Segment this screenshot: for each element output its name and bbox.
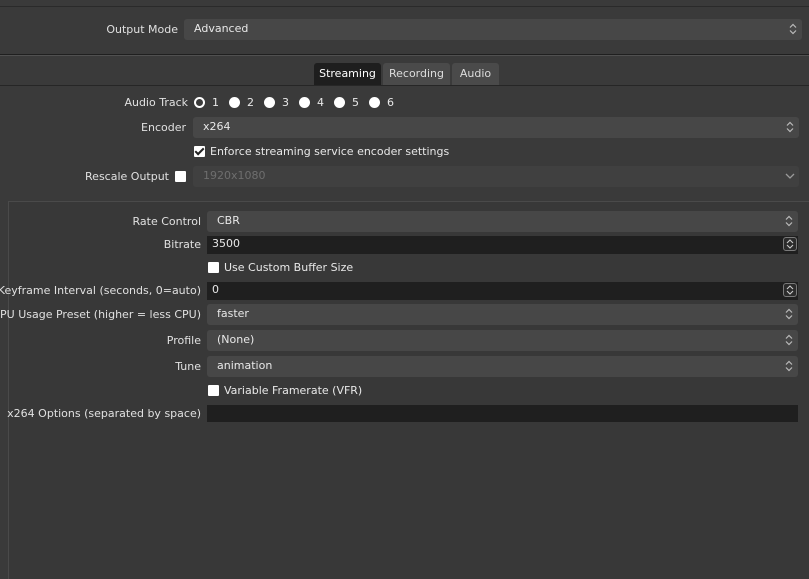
profile-label: Profile — [166, 334, 201, 347]
updown-arrows-icon — [782, 332, 796, 348]
cpu-preset-label: CPU Usage Preset (higher = less CPU) — [0, 308, 201, 321]
cpu-preset-select[interactable]: faster — [207, 304, 798, 325]
audio-track-label-6: 6 — [387, 96, 394, 109]
updown-arrows-icon — [782, 213, 796, 229]
updown-arrows-icon — [782, 306, 796, 322]
rescale-output-label: Rescale Output — [85, 170, 169, 183]
rescale-resolution-select[interactable]: 1920x1080 — [193, 166, 799, 187]
audio-track-label-3: 3 — [282, 96, 289, 109]
encoder-settings-inner — [9, 202, 809, 579]
encoder-value: x264 — [203, 120, 231, 133]
profile-select[interactable]: (None) — [207, 330, 798, 351]
audio-track-radio-1[interactable] — [194, 97, 205, 108]
vfr-label: Variable Framerate (VFR) — [224, 384, 363, 397]
updown-arrows-icon — [783, 119, 797, 135]
tune-select[interactable]: animation — [207, 356, 798, 377]
bitrate-label: Bitrate — [163, 238, 201, 251]
tune-value: animation — [217, 359, 273, 372]
audio-track-radio-4[interactable] — [299, 97, 310, 108]
rescale-resolution-value: 1920x1080 — [203, 169, 266, 182]
audio-track-radio-5[interactable] — [334, 97, 345, 108]
audio-track-label-1: 1 — [212, 96, 219, 109]
custom-buffer-label: Use Custom Buffer Size — [224, 261, 354, 274]
section-divider-light — [0, 55, 809, 56]
chevron-down-icon — [783, 168, 797, 184]
rate-control-label: Rate Control — [132, 215, 201, 228]
spin-arrows-icon[interactable] — [783, 283, 797, 297]
audio-track-label-4: 4 — [317, 96, 324, 109]
vfr-checkbox[interactable] — [208, 385, 219, 396]
tab-recording[interactable]: Recording — [383, 63, 450, 85]
tab-panel-border — [0, 85, 809, 86]
audio-track-radio-6[interactable] — [369, 97, 380, 108]
updown-arrows-icon — [782, 358, 796, 374]
bitrate-value: 3500 — [212, 237, 240, 250]
rate-control-select[interactable]: CBR — [207, 211, 798, 232]
rate-control-value: CBR — [217, 214, 240, 227]
keyframe-interval-label: Keyframe Interval (seconds, 0=auto) — [0, 284, 201, 297]
encoder-select[interactable]: x264 — [193, 117, 799, 138]
cpu-preset-value: faster — [217, 307, 249, 320]
spin-arrows-icon[interactable] — [783, 237, 797, 251]
updown-arrows-icon — [786, 21, 800, 37]
output-mode-select[interactable]: Advanced — [184, 19, 802, 40]
output-mode-label: Output Mode — [106, 23, 178, 36]
profile-value: (None) — [217, 333, 255, 346]
bitrate-input[interactable]: 3500 — [207, 236, 798, 254]
audio-track-radio-3[interactable] — [264, 97, 275, 108]
x264-options-label: x264 Options (separated by space) — [7, 407, 201, 420]
custom-buffer-checkbox[interactable] — [208, 262, 219, 273]
top-divider — [0, 0, 809, 7]
audio-track-label-5: 5 — [352, 96, 359, 109]
encoder-label: Encoder — [141, 121, 186, 134]
keyframe-interval-input[interactable]: 0 — [207, 282, 798, 300]
audio-track-radio-2[interactable] — [229, 97, 240, 108]
encoder-settings-panel — [8, 201, 809, 579]
rescale-output-checkbox[interactable] — [175, 171, 186, 182]
enforce-checkbox[interactable] — [194, 146, 205, 157]
x264-options-input[interactable] — [207, 405, 798, 422]
audio-track-label-2: 2 — [247, 96, 254, 109]
enforce-label: Enforce streaming service encoder settin… — [210, 145, 450, 158]
tab-streaming[interactable]: Streaming — [314, 63, 381, 85]
keyframe-interval-value: 0 — [212, 283, 219, 296]
tune-label: Tune — [175, 360, 201, 373]
output-mode-value: Advanced — [194, 22, 249, 35]
tab-audio[interactable]: Audio — [452, 63, 499, 85]
audio-track-label: Audio Track — [124, 96, 188, 109]
